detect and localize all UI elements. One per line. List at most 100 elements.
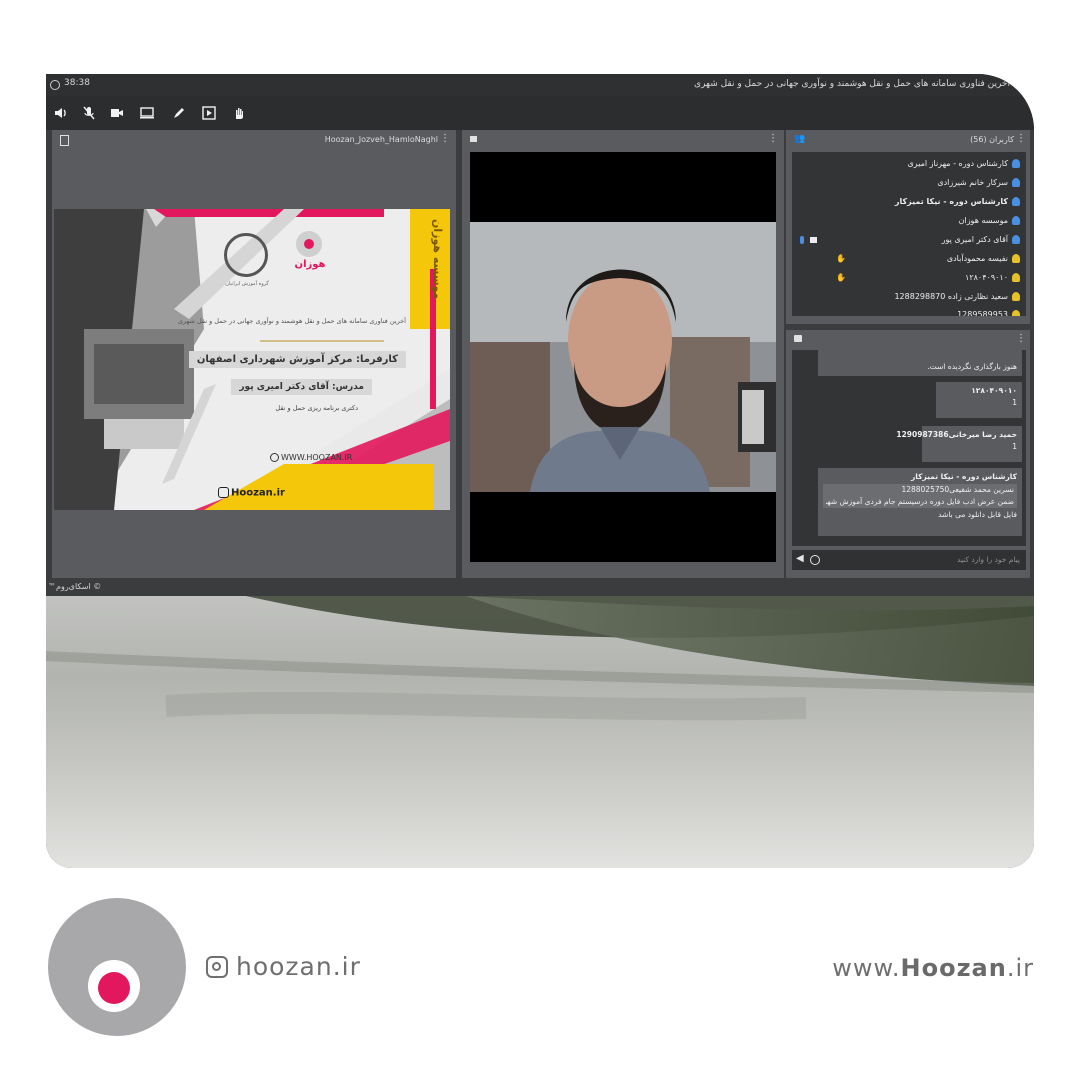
camera-active-icon (810, 237, 817, 243)
chat-message-text: فایل قابل دانلود می باشد (938, 510, 1017, 519)
chat-input-placeholder: پیام خود را وارد کنید (956, 555, 1020, 564)
chat-panel: ⋮ هنوز بارگذاری نگردیده است. ۱۲۸۰۴۰۹۰۱۰ … (786, 330, 1030, 578)
screenshot-frame: 38:38 آخرین فناوری سامانه های حمل و نقل … (46, 74, 1034, 868)
user-icon (1012, 310, 1020, 316)
website-suffix: .ir (1006, 954, 1034, 982)
logo-dot (98, 972, 130, 1004)
video-stream (470, 152, 776, 562)
partner-logo-caption: گروه آموزش ایرانیان (225, 281, 269, 287)
slide-subtitle: آخرین فناوری سامانه های حمل و نقل هوشمند… (177, 317, 406, 325)
chat-message-text: 1 (1012, 442, 1017, 451)
session-title: آخرین فناوری سامانه های حمل و نقل هوشمند… (694, 79, 1010, 89)
users-panel: 👥 کاربران (56) ⋮ کارشناس دوره - مهرناز ا… (786, 130, 1030, 324)
chat-input[interactable]: ◀ پیام خود را وارد کنید (792, 550, 1026, 570)
chat-author: کارشناس دوره - نیکا تمیزکار (910, 472, 1017, 481)
slide-vertical-brand: موسسه هوزان (431, 219, 444, 300)
users-count: کاربران (56) (970, 135, 1014, 144)
chat-author: ۱۲۸۰۴۰۹۰۱۰ (971, 386, 1017, 395)
users-header: 👥 کاربران (56) ⋮ (786, 130, 1030, 150)
website-link[interactable]: www.Hoozan.ir (832, 954, 1034, 982)
screen-share-icon[interactable] (138, 104, 156, 122)
toolbar (46, 96, 1034, 130)
chat-message: هنوز بارگذاری نگردیده است. (818, 350, 1022, 376)
chat-messages: هنوز بارگذاری نگردیده است. ۱۲۸۰۴۰۹۰۱۰ 1 … (792, 350, 1026, 546)
more-options-icon[interactable]: ⋮ (440, 133, 450, 144)
pen-icon[interactable] (170, 104, 188, 122)
user-item[interactable]: 1289589953 (957, 307, 1020, 316)
webcam-feed (470, 222, 776, 492)
presentation-slide: گروه آموزش ایرانیان هوزان موسسه هوزان آخ… (54, 209, 450, 510)
session-timer: 38:38 (64, 78, 90, 88)
camera-small-icon (470, 136, 477, 142)
speaker-icon[interactable] (52, 104, 70, 122)
slide-website: WWW.HOOZAN.IR (270, 453, 352, 462)
user-icon (1012, 178, 1020, 187)
presentation-header: Hoozan_Jozveh_HamloNaghl ⋮ (52, 130, 456, 150)
instagram-handle-text: hoozan.ir (236, 952, 361, 981)
user-icon (1012, 159, 1020, 168)
user-icon (1012, 216, 1020, 225)
chat-quote-author: نسرین محمد شفیعی1288025750 (901, 485, 1014, 494)
user-icon (1012, 235, 1020, 244)
app-footer: © اسکای‌روم™ (46, 578, 1034, 596)
website-prefix: www. (832, 954, 901, 982)
mic-muted-icon[interactable] (80, 104, 98, 122)
user-icon (1012, 254, 1020, 263)
users-more-options-icon[interactable]: ⋮ (1016, 133, 1026, 144)
users-icon: 👥 (794, 134, 806, 144)
instagram-icon (206, 956, 228, 978)
clock-icon (50, 80, 60, 90)
chat-header: ⋮ (786, 330, 1030, 350)
chat-message: کارشناس دوره - نیکا تمیزکار نسرین محمد ش… (818, 468, 1022, 536)
chat-icon (794, 335, 802, 342)
slide-degree: دکتری برنامه ریزی حمل و نقل (275, 404, 358, 412)
video-more-options-icon[interactable]: ⋮ (768, 133, 778, 144)
raised-hand-icon: ✋ (836, 273, 846, 282)
user-item[interactable]: آقای دکتر امیری پور (942, 232, 1020, 248)
slide-instagram-text: Hoozan.ir (231, 487, 285, 499)
user-item[interactable]: سعید نظارتی زاده 1288298870 (894, 289, 1020, 305)
copyright: © اسکای‌روم™ (48, 582, 102, 591)
website-name: Hoozan (900, 954, 1007, 982)
video-header: ⋮ (462, 130, 784, 150)
presenter-image (470, 222, 776, 492)
raised-hand-icon: ✋ (836, 254, 846, 263)
globe-icon (270, 453, 279, 462)
hoozan-logo-icon (296, 231, 322, 257)
user-item[interactable]: کارشناس دوره - مهرناز امیری (908, 156, 1020, 172)
user-icon (1012, 197, 1020, 206)
partner-logo (224, 233, 268, 277)
hoozan-logo (48, 898, 186, 1036)
user-item[interactable]: سرکار خانم شیرزادی (937, 175, 1020, 191)
user-item[interactable]: ۱۲۸۰۴۰۹۰۱۰ (965, 270, 1020, 286)
camera-icon[interactable] (108, 104, 126, 122)
chat-message-text: هنوز بارگذاری نگردیده است. (927, 362, 1017, 371)
mic-active-icon (800, 236, 804, 244)
users-list: کارشناس دوره - مهرناز امیری سرکار خانم ش… (792, 152, 1026, 316)
document-icon (60, 135, 69, 146)
send-icon[interactable]: ◀ (796, 553, 804, 564)
raise-hand-icon[interactable] (230, 104, 248, 122)
chat-quote-text: ضمن عرض ادب فایل دوره درسیستم جام فردی آ… (826, 497, 1014, 506)
user-item[interactable]: موسسه هوزان (959, 213, 1020, 229)
user-item[interactable]: نفیسه محمودآبادی (947, 251, 1020, 267)
user-item[interactable]: کارشناس دوره - نیکا تمیزکار (895, 194, 1020, 210)
emoji-icon[interactable] (810, 555, 820, 565)
instagram-handle[interactable]: hoozan.ir (206, 952, 361, 981)
chat-author: حمید رضا میرخانی1290987386 (896, 430, 1017, 439)
leaf-image (46, 596, 1034, 721)
chat-message: حمید رضا میرخانی1290987386 1 (896, 426, 1022, 462)
chat-more-options-icon[interactable]: ⋮ (1016, 333, 1026, 344)
presentation-filename: Hoozan_Jozveh_HamloNaghl (324, 135, 438, 144)
chat-message: ۱۲۸۰۴۰۹۰۱۰ 1 (936, 382, 1022, 418)
slide-website-text: WWW.HOOZAN.IR (281, 453, 353, 462)
user-icon (1012, 273, 1020, 282)
slide-instructor: مدرس: آقای دکتر امیری پور (231, 379, 372, 395)
title-bar: 38:38 آخرین فناوری سامانه های حمل و نقل … (46, 74, 1034, 96)
user-icon (1012, 292, 1020, 301)
slide-instagram: Hoozan.ir (218, 487, 285, 499)
instagram-icon (218, 487, 229, 498)
decorative-photo (46, 596, 1034, 868)
play-icon[interactable] (200, 104, 218, 122)
slide-client: کارفرما: مرکز آموزش شهرداری اصفهان (188, 351, 406, 368)
